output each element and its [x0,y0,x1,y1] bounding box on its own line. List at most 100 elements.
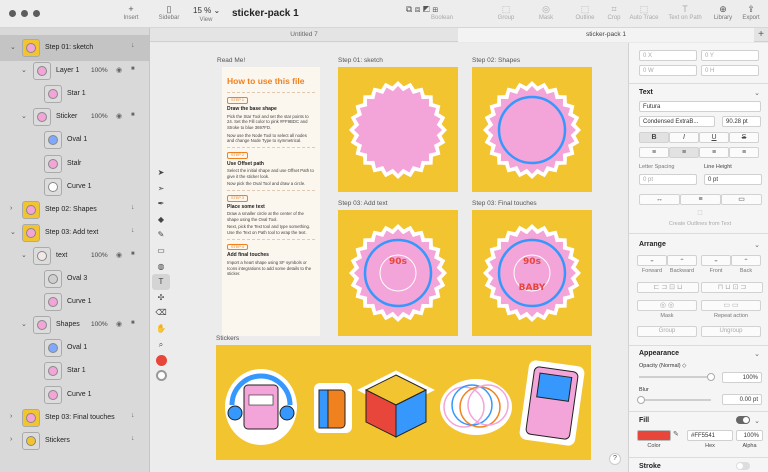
stroke-color-swatch[interactable] [152,368,170,384]
transform-tool[interactable]: ✣ [152,290,170,306]
layer-row[interactable]: Stalr [0,151,150,177]
opacity-slider-knob[interactable] [707,373,715,381]
layer-row[interactable]: Curve 1 [0,289,150,315]
export-artboard-icon[interactable]: ↓ [131,435,135,442]
tab-untitled-7[interactable]: Untitled 7 [150,28,458,42]
font-family-select[interactable]: Futura [639,101,761,112]
fill-color-well[interactable] [637,430,671,441]
artboard-step02[interactable] [472,67,592,192]
zoom-window-button[interactable] [33,10,40,17]
lock-icon[interactable]: ■ [131,251,135,257]
font-size-field[interactable]: 90.28 pt [722,116,761,127]
export-artboard-icon[interactable]: ↓ [131,412,135,419]
readme-artboard[interactable]: How to use this file STEP 1 Draw the base… [222,67,320,336]
eraser-tool[interactable]: ⌫ [152,305,170,321]
x-field[interactable]: 0 X [639,50,697,61]
layer-row[interactable]: Star 1 [0,81,150,107]
blur-field[interactable]: 0.00 pt [722,394,762,405]
layer-row[interactable]: ⌄ text 100% ◉ ■ [0,243,150,269]
layer-row[interactable]: ⌄ Sticker 100% ◉ ■ [0,104,150,130]
underline-button[interactable]: U [699,132,729,143]
align-horizontal-buttons[interactable]: ⊏ ⊐ ⊡ ⊔ [637,282,699,293]
minimize-window-button[interactable] [21,10,28,17]
visibility-eye-icon[interactable]: ◉ [116,112,122,120]
crop-button[interactable]: ⌗ Crop [604,4,624,21]
text-autoheight-button[interactable]: ≡ [680,194,721,205]
disclosure-chevron-icon[interactable]: › [10,436,12,443]
align-vertical-buttons[interactable]: ⊓ ⊔ ⊡ ⊐ [701,282,763,293]
chevron-down-icon[interactable]: ⌄ [754,241,760,249]
export-artboard-icon[interactable]: ↓ [131,227,135,234]
opacity-slider[interactable] [639,373,715,381]
front-button[interactable]: ◒ [701,255,731,266]
italic-button[interactable]: I [669,132,699,143]
layer-opacity[interactable]: 100% [91,67,108,74]
blur-slider-knob[interactable] [637,396,645,404]
artboard-step03[interactable]: 90s [338,210,458,336]
opacity-label[interactable]: Opacity (Normal) ◇ [639,363,686,369]
justify-button[interactable]: ≡ [729,147,759,158]
boolean-button[interactable]: Boolean [426,4,458,21]
forward-button[interactable]: ◒ [637,255,667,266]
back-button[interactable]: ◓ [731,255,761,266]
align-center-button[interactable]: ≡ [669,147,699,158]
artboard-stickers[interactable] [216,345,591,460]
vector-tool[interactable]: ◆ [152,212,170,228]
group-button[interactable]: ⬚ Group [494,4,518,21]
artboard-step01[interactable] [338,67,458,192]
node-tool[interactable]: ➣ [152,181,170,197]
pen-tool[interactable]: ✒ [152,196,170,212]
layer-row[interactable]: ⌄ Step 03: Add text ↓ [0,220,150,246]
new-tab-button[interactable]: + [758,28,764,42]
shape-tool[interactable]: ▭ [152,243,170,259]
lock-icon[interactable]: ■ [131,66,135,72]
move-tool[interactable]: ➤ [152,165,170,181]
layer-row[interactable]: ⌄ Step 01: sketch ↓ [0,35,150,61]
bold-button[interactable]: B [639,132,669,143]
text-fixed-button[interactable]: ▭ [721,194,762,205]
chevron-down-icon[interactable]: ⌄ [754,350,760,358]
layer-row[interactable]: Star 1 [0,358,150,384]
fill-toggle[interactable] [736,416,750,424]
artboard-step03b[interactable]: 90s BABY [472,210,592,336]
w-field[interactable]: 0 W [639,65,697,76]
ungroup-button[interactable]: Ungroup [701,326,761,337]
zoom-tool[interactable]: ⌕ [152,337,170,353]
align-left-button[interactable]: ≡ [639,147,669,158]
layer-row[interactable]: ⌄ Shapes 100% ◉ ■ [0,312,150,338]
auto-trace-button[interactable]: ⬚ Auto Trace [626,4,662,21]
help-button[interactable]: ? [609,453,621,465]
layer-row[interactable]: Oval 1 [0,335,150,361]
text-autowidth-button[interactable]: ↔ [639,194,680,205]
fill-color-swatch[interactable] [152,352,170,368]
mask-button-panel[interactable]: ◎ ◎ [637,300,697,311]
text-tool[interactable]: T [152,274,170,290]
sidebar-button[interactable]: ▯ Sidebar [156,4,182,21]
layer-row[interactable]: Oval 3 [0,266,150,292]
visibility-eye-icon[interactable]: ◉ [116,251,122,259]
brush-tool[interactable]: ✎ [152,227,170,243]
layer-row[interactable]: › Step 02: Shapes ↓ [0,197,150,223]
fill-hex-field[interactable]: #FF5541 [687,430,733,441]
opacity-field[interactable]: 100% [722,372,762,383]
disclosure-chevron-icon[interactable]: ⌄ [10,43,16,51]
disclosure-chevron-icon[interactable]: › [10,413,12,420]
y-field[interactable]: 0 Y [701,50,759,61]
disclosure-chevron-icon[interactable]: ⌄ [21,66,27,74]
disclosure-chevron-icon[interactable]: › [10,205,12,212]
disclosure-chevron-icon[interactable]: ⌄ [21,112,27,120]
layer-row[interactable]: Curve 1 [0,382,150,408]
create-outlines-button[interactable]: Create Outlines from Text [639,221,761,227]
layer-row[interactable]: › Stickers ↓ [0,428,150,454]
layer-row[interactable]: Curve 1 [0,174,150,200]
disclosure-chevron-icon[interactable]: ⌄ [21,320,27,328]
strikethrough-button[interactable]: S [729,132,759,143]
export-button[interactable]: ⇪ Export [740,4,762,21]
eyedropper-icon[interactable]: ✎ [673,430,679,438]
backward-button[interactable]: ◓ [667,255,697,266]
hand-tool[interactable]: ✋ [152,321,170,337]
visibility-eye-icon[interactable]: ◉ [116,66,122,74]
close-window-button[interactable] [9,10,16,17]
layer-opacity[interactable]: 100% [91,321,108,328]
layer-opacity[interactable]: 100% [91,252,108,259]
